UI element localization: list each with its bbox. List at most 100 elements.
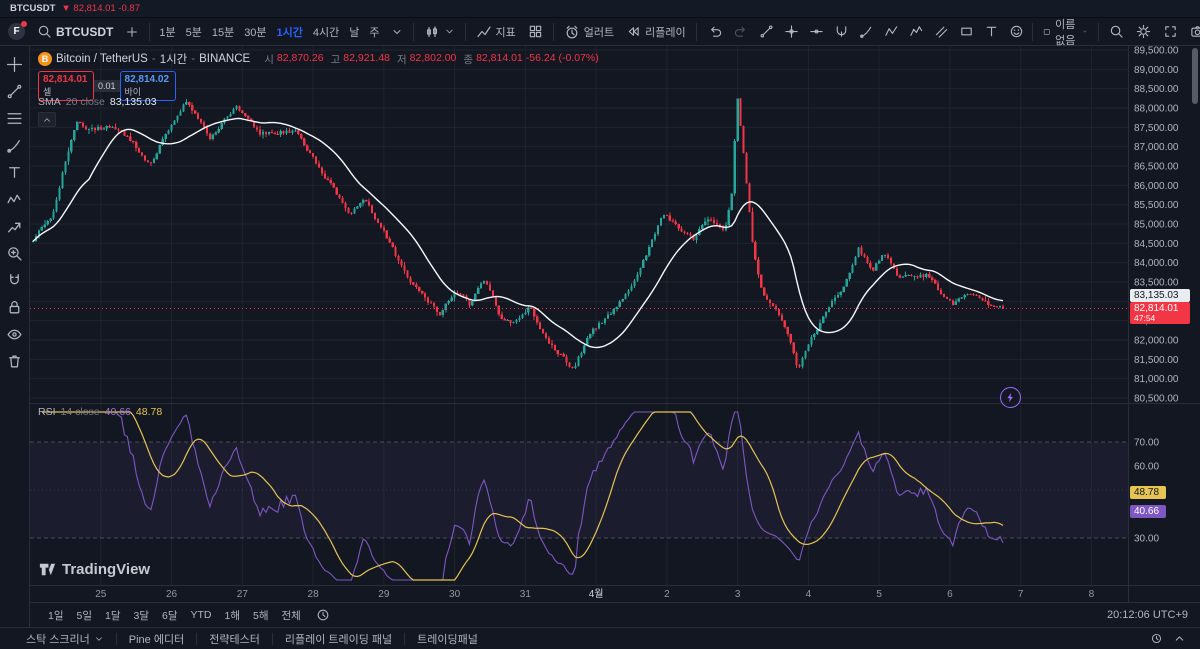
timeframe-1시간[interactable]: 1시간 bbox=[272, 21, 308, 43]
favorite-tool-emoji[interactable] bbox=[1005, 21, 1028, 42]
chart-pane[interactable]: 252627282930314월234567889,500.0089,000.0… bbox=[30, 46, 1200, 627]
svg-text:81,500.00: 81,500.00 bbox=[1134, 355, 1179, 366]
range-YTD[interactable]: YTD bbox=[185, 607, 218, 623]
favorite-tool-cross-line[interactable] bbox=[780, 21, 803, 42]
timeframe-날[interactable]: 날 bbox=[344, 21, 364, 43]
favorite-tool-elliott-wave[interactable] bbox=[905, 21, 928, 42]
favorite-tool-trend-line[interactable] bbox=[755, 21, 778, 42]
collapse-pane-button[interactable] bbox=[38, 112, 56, 127]
user-avatar[interactable]: F bbox=[8, 23, 25, 40]
fullscreen-button[interactable] bbox=[1157, 21, 1184, 43]
range-5일[interactable]: 5일 bbox=[71, 606, 99, 625]
camera-icon bbox=[1190, 24, 1200, 39]
timeframe-15분[interactable]: 15분 bbox=[207, 21, 239, 43]
favorite-tool-horizontal-line[interactable] bbox=[805, 21, 828, 42]
ohlc-values: 시82,870.26 고82,921.48 저82,802.00 종82,814… bbox=[260, 52, 599, 67]
svg-text:88,500.00: 88,500.00 bbox=[1134, 84, 1179, 95]
screenshot-button[interactable] bbox=[1184, 21, 1200, 43]
tool-brush[interactable] bbox=[5, 136, 24, 155]
time-axis[interactable]: 252627282930314월2345678 bbox=[95, 588, 1094, 600]
parallel-channel-icon bbox=[934, 24, 949, 39]
rsi-ma-label: 48.78 bbox=[1130, 486, 1166, 499]
compare-add-button[interactable] bbox=[119, 21, 145, 43]
tool-zoom[interactable] bbox=[5, 244, 24, 263]
favorite-tool-pitchfork[interactable] bbox=[830, 21, 853, 42]
favorite-tool-brush[interactable] bbox=[855, 21, 878, 42]
tool-fib-retracement[interactable] bbox=[5, 109, 24, 128]
tool-trend-line[interactable] bbox=[5, 82, 24, 101]
chart-settings-button[interactable] bbox=[1130, 21, 1157, 43]
range-bar: 1일5일1달3달6달YTD1해5해전체 20:12:06 UTC+9 bbox=[30, 602, 1200, 627]
range-3달[interactable]: 3달 bbox=[128, 606, 156, 625]
go-to-date-icon bbox=[316, 608, 330, 622]
tool-eye[interactable] bbox=[5, 325, 24, 344]
timeframe-list: 1분5분15분30분1시간4시간날주 bbox=[154, 21, 384, 43]
price-chart-canvas[interactable]: 252627282930314월234567889,500.0089,000.0… bbox=[30, 46, 1200, 602]
tool-lock[interactable] bbox=[5, 298, 24, 317]
symbol-search-button[interactable]: BTCUSDT bbox=[31, 21, 119, 43]
cross-line-icon bbox=[784, 24, 799, 39]
range-전체[interactable]: 전체 bbox=[276, 606, 307, 625]
rsi-legend[interactable]: RSI 14 close 40.66 48.78 bbox=[38, 406, 162, 418]
timeframe-4시간[interactable]: 4시간 bbox=[308, 21, 344, 43]
divider bbox=[149, 23, 150, 41]
timeframe-1분[interactable]: 1분 bbox=[154, 21, 180, 43]
divider bbox=[413, 23, 414, 41]
symbol-title[interactable]: Bitcoin / TetherUS bbox=[56, 53, 148, 65]
chart-type-button[interactable] bbox=[418, 21, 461, 43]
svg-text:27: 27 bbox=[237, 589, 249, 600]
svg-text:89,000.00: 89,000.00 bbox=[1134, 65, 1179, 76]
plus-icon bbox=[125, 25, 139, 39]
layout-name-button[interactable]: 이름없음 bbox=[1037, 16, 1094, 48]
timeframe-30분[interactable]: 30분 bbox=[239, 21, 271, 43]
favorite-tool-parallel-channel[interactable] bbox=[930, 21, 953, 42]
favorite-tool-zigzag[interactable] bbox=[880, 21, 903, 42]
server-time[interactable]: 20:12:06 UTC+9 bbox=[1107, 609, 1188, 621]
range-1일[interactable]: 1일 bbox=[42, 606, 70, 625]
range-1달[interactable]: 1달 bbox=[99, 606, 127, 625]
tool-forecast[interactable] bbox=[5, 217, 24, 236]
sma-price-label: 83,135.03 bbox=[1130, 289, 1190, 302]
magic-action-button[interactable] bbox=[1000, 387, 1021, 408]
brush-icon bbox=[859, 24, 874, 39]
rsi-value-label: 40.66 bbox=[1130, 505, 1166, 518]
quick-search-button[interactable] bbox=[1103, 21, 1130, 43]
timeframe-menu-button[interactable] bbox=[385, 21, 409, 43]
tool-text[interactable] bbox=[5, 163, 24, 182]
symbol-exchange: BINANCE bbox=[199, 53, 250, 65]
range-1해[interactable]: 1해 bbox=[219, 606, 247, 625]
bottom-tab-2[interactable]: 전략테스터 bbox=[197, 631, 272, 647]
svg-text:82,000.00: 82,000.00 bbox=[1134, 336, 1179, 347]
bottom-tab-0[interactable]: 스탁 스크리너 bbox=[14, 631, 116, 647]
range-buttons: 1일5일1달3달6달YTD1해5해전체 bbox=[42, 606, 307, 625]
bottom-tab-4[interactable]: 트레이딩패널 bbox=[405, 631, 490, 647]
indicators-button[interactable]: 지표 bbox=[470, 21, 522, 43]
scrollbar[interactable] bbox=[1192, 48, 1198, 104]
range-6달[interactable]: 6달 bbox=[156, 606, 184, 625]
undo-button[interactable] bbox=[701, 21, 728, 43]
alarm-icon[interactable] bbox=[1150, 632, 1163, 645]
favorite-tool-rectangle[interactable] bbox=[955, 21, 978, 42]
alert-button[interactable]: 얼러트 bbox=[558, 21, 620, 43]
svg-text:85,500.00: 85,500.00 bbox=[1134, 200, 1179, 211]
divider bbox=[465, 23, 466, 41]
tool-magnet[interactable] bbox=[5, 271, 24, 290]
tool-pattern[interactable] bbox=[5, 190, 24, 209]
indicator-templates-button[interactable] bbox=[522, 21, 549, 43]
bottom-tab-3[interactable]: 리플레이 트레이딩 패널 bbox=[273, 631, 404, 647]
redo-button[interactable] bbox=[728, 21, 755, 43]
sma-legend[interactable]: SMA 20 close 83,135.03 bbox=[38, 96, 157, 108]
replay-button[interactable]: 리플레이 bbox=[620, 21, 691, 43]
timeframe-주[interactable]: 주 bbox=[364, 21, 384, 43]
range-5해[interactable]: 5해 bbox=[247, 606, 275, 625]
tool-trash[interactable] bbox=[5, 352, 24, 371]
expand-panel-chevron-icon[interactable] bbox=[1173, 632, 1186, 645]
go-to-date-button[interactable] bbox=[314, 606, 332, 624]
timeframe-5분[interactable]: 5분 bbox=[181, 21, 207, 43]
search-icon bbox=[37, 24, 52, 39]
bottom-tab-1[interactable]: Pine 에디터 bbox=[117, 631, 196, 647]
chevron-down-icon bbox=[94, 634, 104, 644]
sma-line bbox=[33, 118, 1003, 347]
tool-crosshair[interactable] bbox=[5, 55, 24, 74]
favorite-tool-text[interactable] bbox=[980, 21, 1003, 42]
